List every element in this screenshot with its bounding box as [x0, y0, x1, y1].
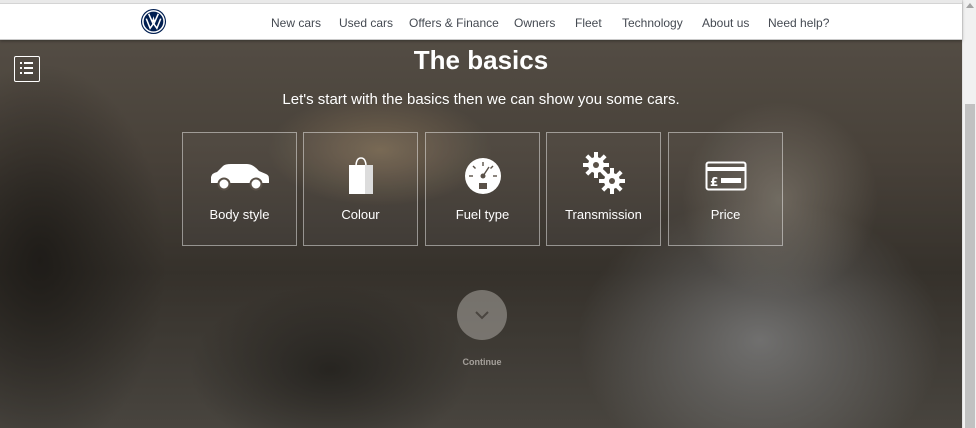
tile-body-style[interactable]: Body style	[182, 132, 297, 246]
top-navigation: New cars Used cars Offers & Finance Owne…	[0, 0, 962, 40]
page-subtitle: Let's start with the basics then we can …	[282, 91, 680, 108]
page-scrollbar[interactable]	[962, 0, 976, 428]
tile-label-price: Price	[710, 207, 741, 222]
svg-text:£: £	[710, 175, 718, 189]
page-title: The basics	[413, 45, 549, 75]
tile-label-fuel-type: Fuel type	[455, 207, 510, 222]
tile-price[interactable]: £ Price	[668, 132, 783, 246]
pound-card-icon: £	[705, 161, 746, 191]
nav-owners[interactable]: Owners	[514, 16, 555, 30]
continue-label[interactable]: Continue	[432, 357, 532, 367]
nav-new-cars[interactable]: New cars	[271, 16, 321, 30]
nav-used-cars[interactable]: Used cars	[339, 16, 393, 30]
tile-label-colour: Colour	[341, 207, 380, 222]
scrollbar-thumb[interactable]	[965, 104, 975, 428]
tile-colour[interactable]: Colour	[303, 132, 418, 246]
fuel-gauge-icon	[464, 158, 501, 194]
browser-top-strip	[0, 0, 962, 4]
tile-transmission[interactable]: Transmission	[546, 132, 661, 246]
gears-icon	[582, 152, 625, 194]
nav-technology[interactable]: Technology	[622, 16, 683, 30]
nav-need-help[interactable]: Need help?	[768, 16, 829, 30]
nav-fleet[interactable]: Fleet	[575, 16, 602, 30]
tile-fuel-type[interactable]: Fuel type	[425, 132, 540, 246]
scroll-up-arrow-icon[interactable]	[966, 3, 974, 8]
tile-label-transmission: Transmission	[565, 207, 642, 222]
chevron-down-icon	[475, 311, 489, 320]
continue-button[interactable]	[457, 290, 507, 340]
vw-logo[interactable]	[140, 8, 167, 35]
nav-about-us[interactable]: About us	[702, 16, 749, 30]
car-icon	[210, 164, 269, 191]
hero-section: The basics Let's start with the basics t…	[0, 40, 962, 428]
tile-label-body-style: Body style	[209, 207, 270, 222]
shopping-bag-icon	[348, 157, 373, 194]
nav-offers-finance[interactable]: Offers & Finance	[409, 16, 499, 30]
